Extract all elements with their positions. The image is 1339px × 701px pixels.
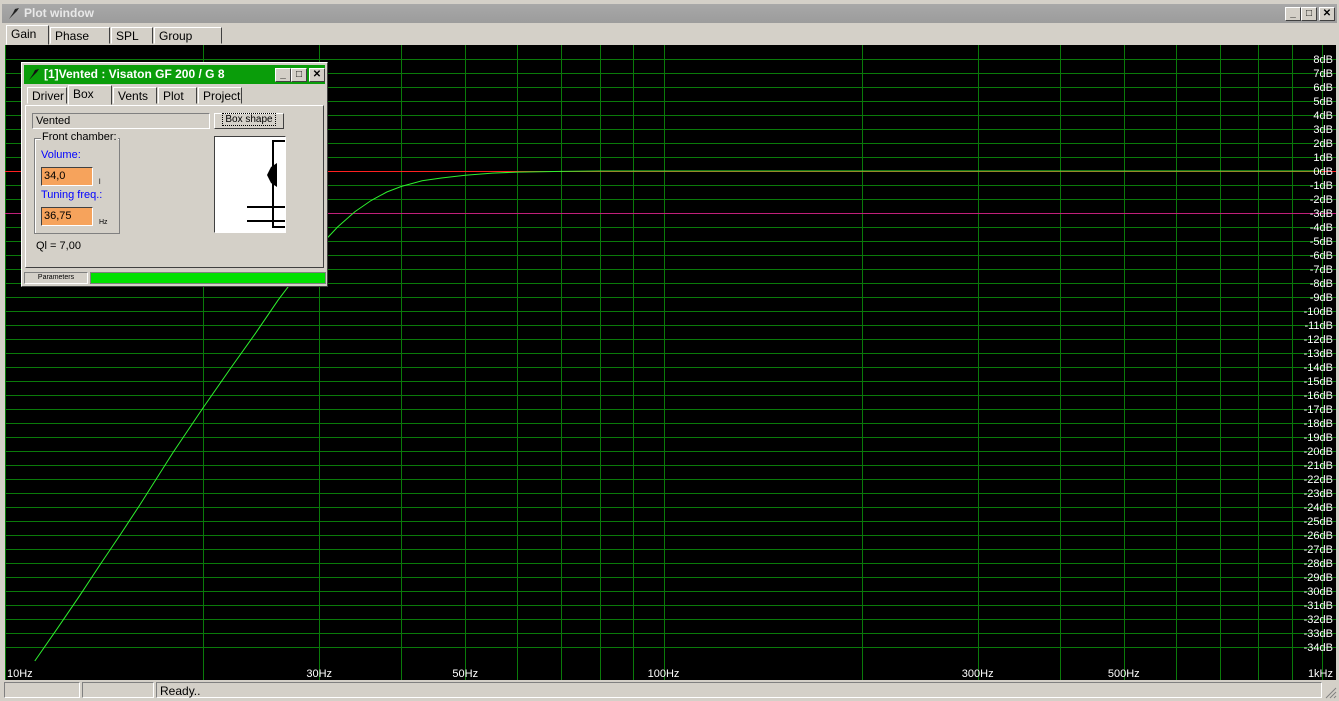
x-tick-label: 10Hz xyxy=(7,668,33,680)
y-tick-label: -25dB xyxy=(1304,516,1333,528)
y-tick-label: 1dB xyxy=(1313,152,1333,164)
tab-vents[interactable]: Vents xyxy=(113,87,157,104)
x-tick-label: 300Hz xyxy=(962,668,994,680)
box-editor-window[interactable]: [1]Vented : Visaton GF 200 / G 8 _ □ ✕ D… xyxy=(21,62,328,287)
y-tick-label: -31dB xyxy=(1304,600,1333,612)
speaker-app-icon xyxy=(9,8,19,19)
tuning-freq-unit: Hz xyxy=(99,219,108,226)
y-tick-label: -34dB xyxy=(1304,642,1333,654)
y-tick-label: 8dB xyxy=(1313,54,1333,66)
minimize-button[interactable]: _ xyxy=(1285,7,1301,21)
status-text: Ready.. xyxy=(156,682,1322,698)
ql-value: Ql = 7,00 xyxy=(36,240,81,252)
y-tick-label: -17dB xyxy=(1304,404,1333,416)
y-tick-label: -16dB xyxy=(1304,390,1333,402)
tab-spl[interactable]: SPL xyxy=(111,27,153,44)
status-panel-1 xyxy=(4,682,80,698)
window-title: Plot window xyxy=(24,6,94,20)
x-tick-label: 50Hz xyxy=(452,668,478,680)
y-tick-label: -32dB xyxy=(1304,614,1333,626)
y-tick-label: -27dB xyxy=(1304,544,1333,556)
box-tab-panel: Vented Box shape Front chamber: Volume: … xyxy=(25,105,324,268)
y-tick-label: 5dB xyxy=(1313,96,1333,108)
y-tick-label: 6dB xyxy=(1313,82,1333,94)
y-tick-label: -7dB xyxy=(1310,264,1333,276)
y-tick-label: 2dB xyxy=(1313,138,1333,150)
status-panel-2 xyxy=(82,682,154,698)
y-tick-label: -29dB xyxy=(1304,572,1333,584)
box-shape-label: Box shape xyxy=(222,113,276,126)
child-title: [1]Vented : Visaton GF 200 / G 8 xyxy=(44,67,225,81)
tab-project[interactable]: Project xyxy=(198,87,242,104)
child-status-bar: Parameters xyxy=(24,272,326,284)
y-tick-label: -10dB xyxy=(1304,306,1333,318)
y-tick-label: -3dB xyxy=(1310,208,1333,220)
title-bar[interactable]: Plot window _ □ ✕ xyxy=(2,4,1337,23)
x-tick-label: 100Hz xyxy=(648,668,680,680)
tab-plot[interactable]: Plot xyxy=(158,87,197,104)
child-maximize-button[interactable]: □ xyxy=(291,68,307,82)
tuning-freq-label: Tuning freq.: xyxy=(41,189,103,201)
y-tick-label: 7dB xyxy=(1313,68,1333,80)
box-type-field[interactable]: Vented xyxy=(32,113,210,129)
y-tick-label: -4dB xyxy=(1310,222,1333,234)
volume-unit: l xyxy=(99,179,101,186)
y-tick-label: -18dB xyxy=(1304,418,1333,430)
y-tick-label: -8dB xyxy=(1310,278,1333,290)
y-tick-label: -12dB xyxy=(1304,334,1333,346)
y-tick-label: -5dB xyxy=(1310,236,1333,248)
y-tick-label: -23dB xyxy=(1304,488,1333,500)
child-close-button[interactable]: ✕ xyxy=(309,68,325,82)
y-tick-label: -6dB xyxy=(1310,250,1333,262)
tab-phase-plot[interactable]: Phase plot xyxy=(50,27,110,60)
y-tick-label: -26dB xyxy=(1304,530,1333,542)
volume-input[interactable]: 34,0 xyxy=(41,167,93,186)
y-tick-label: 4dB xyxy=(1313,110,1333,122)
parameters-progress-bar xyxy=(90,272,326,284)
tuning-freq-input[interactable]: 36,75 xyxy=(41,207,93,226)
close-button[interactable]: ✕ xyxy=(1319,7,1335,21)
y-tick-label: -33dB xyxy=(1304,628,1333,640)
resize-grip-icon[interactable] xyxy=(1325,687,1337,699)
y-tick-label: -11dB xyxy=(1304,320,1333,332)
y-tick-label: 0dB xyxy=(1313,166,1333,178)
y-tick-label: -19dB xyxy=(1304,432,1333,444)
y-tick-label: -20dB xyxy=(1304,446,1333,458)
y-tick-label: -13dB xyxy=(1304,348,1333,360)
y-tick-label: -28dB xyxy=(1304,558,1333,570)
maximize-button[interactable]: □ xyxy=(1301,7,1317,21)
y-tick-label: -9dB xyxy=(1310,292,1333,304)
tab-driver[interactable]: Driver xyxy=(27,87,67,104)
parameters-label: Parameters xyxy=(24,272,88,284)
y-tick-label: -24dB xyxy=(1304,502,1333,514)
volume-label: Volume: xyxy=(41,149,81,161)
y-tick-label: 3dB xyxy=(1313,124,1333,136)
speaker-app-icon xyxy=(29,69,39,80)
status-bar: Ready.. xyxy=(0,680,1339,701)
tab-gain[interactable]: Gain xyxy=(6,25,49,45)
plot-window: Plot window _ □ ✕ Gain Phase plot SPL Gr… xyxy=(0,0,1339,701)
box-shape-preview xyxy=(214,136,286,233)
speaker-box-icon xyxy=(247,140,285,228)
y-tick-label: -14dB xyxy=(1304,362,1333,374)
child-title-bar[interactable]: [1]Vented : Visaton GF 200 / G 8 _ □ ✕ xyxy=(24,65,325,84)
box-shape-button[interactable]: Box shape xyxy=(214,113,284,129)
front-chamber-group: Front chamber: Volume: 34,0 l Tuning fre… xyxy=(34,131,120,234)
x-tick-label: 1kHz xyxy=(1308,668,1333,680)
tab-box[interactable]: Box xyxy=(68,85,112,105)
y-tick-label: -1dB xyxy=(1310,180,1333,192)
x-tick-label: 30Hz xyxy=(306,668,332,680)
y-tick-label: -2dB xyxy=(1310,194,1333,206)
y-tick-label: -15dB xyxy=(1304,376,1333,388)
y-tick-label: -22dB xyxy=(1304,474,1333,486)
child-minimize-button[interactable]: _ xyxy=(275,68,291,82)
tab-group-delay[interactable]: Group delay xyxy=(154,27,222,60)
y-tick-label: -30dB xyxy=(1304,586,1333,598)
x-tick-label: 500Hz xyxy=(1108,668,1140,680)
front-chamber-label: Front chamber: xyxy=(41,131,118,143)
y-tick-label: -21dB xyxy=(1304,460,1333,472)
